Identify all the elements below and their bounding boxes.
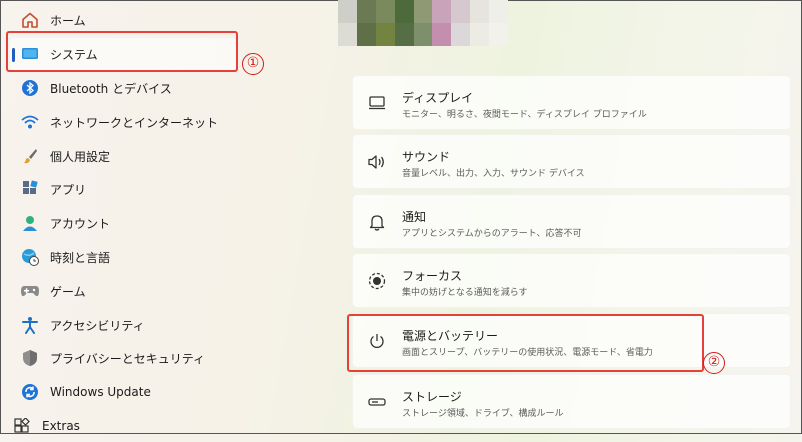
account-icon xyxy=(20,213,40,233)
sidebar-item-label: Windows Update xyxy=(50,385,151,399)
settings-card-notifications[interactable]: 通知 アプリとシステムからのアラート、応答不可 xyxy=(352,194,791,249)
storage-icon xyxy=(367,392,387,412)
sidebar-item-label: プライバシーとセキュリティ xyxy=(50,351,206,366)
mosaic-tile xyxy=(375,0,395,23)
mosaic-tile xyxy=(489,23,508,46)
sidebar-item-label: Extras xyxy=(42,419,80,433)
mosaic-tile xyxy=(451,23,471,46)
settings-card-storage[interactable]: ストレージ ストレージ領域、ドライブ、構成ルール xyxy=(352,374,791,429)
card-title: ストレージ xyxy=(402,390,462,404)
brush-icon xyxy=(20,146,40,166)
card-title: 通知 xyxy=(402,210,427,224)
sidebar-item-accessibility[interactable]: アクセシビリティ xyxy=(10,309,236,341)
mosaic-tile xyxy=(470,0,490,23)
mosaic-tile xyxy=(413,23,433,46)
mosaic-tile xyxy=(394,23,414,46)
sidebar-item-windows-update[interactable]: Windows Update xyxy=(10,376,236,408)
card-title: サウンド xyxy=(402,150,451,164)
sidebar-item-label: ゲーム xyxy=(50,284,86,299)
card-title: ディスプレイ xyxy=(402,91,474,105)
mosaic-tile xyxy=(470,23,490,46)
profile-image-mosaic xyxy=(338,0,508,46)
mosaic-tile xyxy=(451,0,471,23)
sidebar-item-gaming[interactable]: ゲーム xyxy=(10,275,236,307)
annotation-highlight-system xyxy=(6,31,238,72)
shield-icon xyxy=(20,348,40,368)
card-description: 集中の妨げとなる通知を減らす xyxy=(402,288,528,298)
wifi-icon xyxy=(20,112,40,132)
card-description: ストレージ領域、ドライブ、構成ルール xyxy=(402,409,564,419)
sidebar-item-network[interactable]: ネットワークとインターネット xyxy=(10,106,236,138)
bell-icon xyxy=(367,212,387,232)
sidebar-item-label: アカウント xyxy=(50,216,111,231)
card-description: アプリとシステムからのアラート、応答不可 xyxy=(402,229,582,239)
mosaic-tile xyxy=(489,0,508,23)
focus-icon xyxy=(367,271,387,291)
sidebar-item-apps[interactable]: アプリ xyxy=(10,173,236,205)
bluetooth-icon xyxy=(20,78,40,98)
mosaic-tile xyxy=(432,23,452,46)
home-icon xyxy=(20,10,40,30)
card-description: モニター、明るさ、夜間モード、ディスプレイ プロファイル xyxy=(402,110,647,120)
display-icon xyxy=(367,93,387,113)
sidebar-item-label: ネットワークとインターネット xyxy=(50,115,219,130)
sidebar-item-label: ホーム xyxy=(50,13,86,28)
sidebar-item-accounts[interactable]: アカウント xyxy=(10,207,236,239)
globe-clock-icon xyxy=(20,247,40,267)
sidebar-item-label: 時刻と言語 xyxy=(50,250,111,265)
card-title: フォーカス xyxy=(402,269,463,283)
annotation-step-1: ① xyxy=(242,53,264,75)
mosaic-tile xyxy=(394,0,414,23)
mosaic-tile xyxy=(432,0,452,23)
mosaic-tile xyxy=(375,23,395,46)
accessibility-icon xyxy=(20,315,40,335)
sidebar-item-label: アクセシビリティ xyxy=(50,318,145,333)
settings-card-focus[interactable]: フォーカス 集中の妨げとなる通知を減らす xyxy=(352,253,791,308)
apps-icon xyxy=(20,179,40,199)
settings-card-display[interactable]: ディスプレイ モニター、明るさ、夜間モード、ディスプレイ プロファイル xyxy=(352,75,791,130)
sidebar-item-privacy[interactable]: プライバシーとセキュリティ xyxy=(10,342,236,374)
sidebar-item-label: 個人用設定 xyxy=(50,149,111,164)
card-description: 音量レベル、出力、入力、サウンド デバイス xyxy=(402,169,585,179)
sidebar-item-personalization[interactable]: 個人用設定 xyxy=(10,140,236,172)
mosaic-tile xyxy=(356,0,376,23)
update-icon xyxy=(20,382,40,402)
speaker-icon xyxy=(367,152,387,172)
sidebar-item-extras[interactable]: Extras xyxy=(2,410,228,442)
settings-card-sound[interactable]: サウンド 音量レベル、出力、入力、サウンド デバイス xyxy=(352,134,791,189)
gamepad-icon xyxy=(20,281,40,301)
extras-icon xyxy=(12,416,32,436)
mosaic-tile xyxy=(338,23,357,46)
sidebar-item-time-language[interactable]: 時刻と言語 xyxy=(10,241,236,273)
annotation-highlight-power xyxy=(347,314,704,372)
sidebar-item-label: アプリ xyxy=(50,182,87,197)
mosaic-tile xyxy=(413,0,433,23)
sidebar-item-bluetooth[interactable]: Bluetooth とデバイス xyxy=(10,72,236,104)
mosaic-tile xyxy=(338,0,357,23)
mosaic-tile xyxy=(356,23,376,46)
annotation-step-2: ② xyxy=(703,352,725,374)
sidebar-item-label: Bluetooth とデバイス xyxy=(50,81,172,96)
